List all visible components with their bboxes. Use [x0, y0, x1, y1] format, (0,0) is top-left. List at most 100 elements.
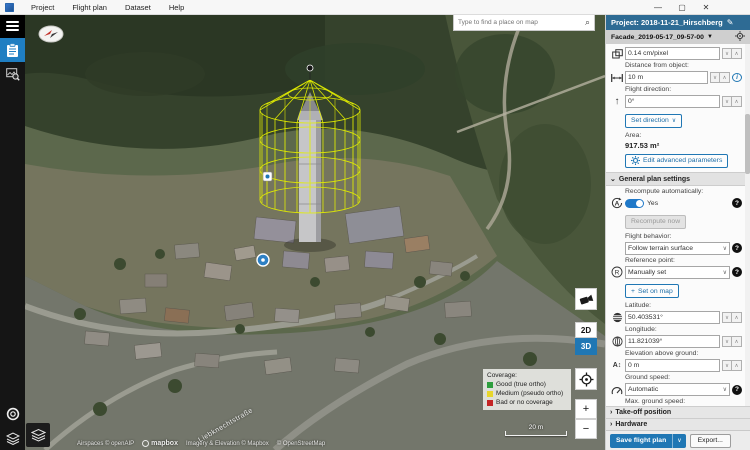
menu-flight-plan[interactable]: Flight plan: [63, 0, 116, 14]
elevation-label: Elevation above ground:: [625, 350, 742, 358]
legend-title: Coverage:: [487, 372, 567, 379]
chevron-down-icon: ∨: [672, 117, 676, 124]
minimize-button[interactable]: —: [646, 0, 670, 14]
menu-bar: Project Flight plan Dataset Help — ▢ ✕: [0, 0, 750, 15]
legend-swatch-good: [487, 382, 493, 388]
recompute-toggle[interactable]: [625, 199, 644, 208]
attribution-osm[interactable]: © OpenStreetMap: [277, 441, 325, 447]
section-general-plan-settings[interactable]: ⌄ General plan settings: [606, 172, 745, 186]
maximize-button[interactable]: ▢: [670, 0, 694, 14]
gsd-stepper[interactable]: ∨∧: [722, 48, 742, 59]
project-title: Project: 2018-11-21_Hirschberg: [611, 18, 723, 27]
longitude-stepper[interactable]: ∨∧: [722, 336, 742, 347]
compass[interactable]: [38, 25, 64, 43]
latitude-stepper[interactable]: ∨∧: [722, 312, 742, 323]
menu-project[interactable]: Project: [22, 0, 63, 14]
set-on-map-button[interactable]: + Set on map: [625, 284, 679, 298]
chevron-right-icon: ›: [610, 421, 612, 428]
distance-info-icon[interactable]: i: [732, 73, 742, 82]
longitude-input[interactable]: 11.821039°: [625, 335, 720, 348]
recompute-help-icon[interactable]: ?: [732, 198, 742, 208]
menu-dataset[interactable]: Dataset: [116, 0, 160, 14]
recompute-now-button[interactable]: Recompute now: [625, 215, 686, 229]
save-flight-plan-button[interactable]: Save flight plan ∨: [610, 434, 686, 448]
mapbox-logo[interactable]: mapbox: [142, 440, 178, 447]
distance-input[interactable]: 10 m: [625, 71, 708, 84]
waypoint-marker[interactable]: [263, 172, 272, 181]
clipboard-icon: [6, 43, 19, 58]
legend-label-good: Good (true ortho): [496, 381, 546, 388]
reference-point-icon: R: [609, 266, 625, 278]
max-ground-speed-label: Max. ground speed:: [625, 398, 742, 406]
scale-bar: 20 m: [505, 424, 567, 436]
search-input[interactable]: [454, 19, 585, 26]
plus-icon: +: [631, 288, 635, 295]
sidebar-item-image-review[interactable]: [0, 62, 25, 86]
crosshair-icon: [579, 372, 594, 387]
chevron-down-icon: ∨: [723, 386, 727, 393]
legend-label-bad: Bad or no coverage: [496, 399, 553, 406]
section-hardware[interactable]: › Hardware: [606, 418, 750, 430]
camera-view-button[interactable]: [575, 288, 597, 310]
direction-input[interactable]: 0°: [625, 95, 720, 108]
ground-speed-select[interactable]: Automatic ∨: [625, 383, 730, 396]
flight-behavior-select[interactable]: Follow terrain surface ∨: [625, 242, 730, 255]
reference-point-help-icon[interactable]: ?: [732, 267, 742, 277]
flight-selector-bar[interactable]: Facade_2019-05-17_09-57-00 ▼: [606, 30, 750, 44]
reference-point-marker[interactable]: [257, 254, 269, 266]
sidebar-scrollbar[interactable]: [745, 44, 750, 406]
elevation-input[interactable]: 0 m: [625, 359, 720, 372]
zoom-in-button[interactable]: +: [575, 399, 597, 419]
close-button[interactable]: ✕: [694, 0, 718, 14]
svg-text:A: A: [615, 200, 620, 207]
map-mode-3d-button[interactable]: 3D: [575, 338, 597, 355]
section-takeoff-position[interactable]: › Take-off position: [606, 406, 750, 418]
recompute-auto-icon: A: [609, 197, 625, 209]
caret-down-icon: ▼: [707, 34, 713, 40]
coverage-legend: Coverage: Good (true ortho) Medium (pseu…: [483, 369, 571, 410]
menu-help[interactable]: Help: [160, 0, 193, 14]
attribution-airspaces[interactable]: Airspaces © openAIP: [77, 441, 134, 447]
sidebar-footer: Save flight plan ∨ Export...: [606, 430, 750, 450]
distance-label: Distance from object:: [625, 62, 742, 70]
sidebar-item-flight-plan[interactable]: [0, 38, 25, 62]
ground-speed-help-icon[interactable]: ?: [732, 385, 742, 395]
legend-label-medium: Medium (pseudo ortho): [496, 390, 563, 397]
speedometer-icon: [609, 385, 625, 395]
gsd-input[interactable]: 0.14 cm/pixel: [625, 47, 720, 60]
legend-swatch-medium: [487, 391, 493, 397]
latitude-input[interactable]: 50.403531°: [625, 311, 720, 324]
longitude-label: Longitude:: [625, 326, 742, 334]
edit-project-icon[interactable]: ✎: [727, 18, 734, 27]
search-icon[interactable]: ⌕: [585, 18, 594, 27]
scrollbar-thumb[interactable]: [745, 114, 750, 174]
edit-advanced-parameters-button[interactable]: Edit advanced parameters: [625, 154, 728, 168]
chevron-expanded-icon: ⌄: [610, 175, 616, 183]
hamburger-menu-icon[interactable]: [0, 14, 25, 38]
toolbar-help-ring-icon[interactable]: [0, 402, 25, 426]
area-label: Area:: [625, 132, 742, 140]
gsd-icon: [609, 49, 625, 59]
zoom-out-button[interactable]: −: [575, 419, 597, 439]
layers-icon: [31, 428, 46, 442]
project-titlebar: Project: 2018-11-21_Hirschberg ✎: [606, 14, 750, 30]
toolbar-layers-icon[interactable]: [0, 426, 25, 450]
distance-stepper[interactable]: ∨∧: [710, 72, 730, 83]
locate-button[interactable]: [575, 368, 597, 390]
elevation-stepper[interactable]: ∨∧: [722, 360, 742, 371]
export-button[interactable]: Export...: [690, 434, 731, 448]
map-3d-view[interactable]: Liebknechtstraße ⌕ 2D 3D + −: [25, 14, 605, 450]
flight-behavior-help-icon[interactable]: ?: [732, 243, 742, 253]
direction-stepper[interactable]: ∨∧: [722, 96, 742, 107]
plan-settings-panel: 0.14 cm/pixel ∨∧ Distance from object: 1…: [606, 44, 745, 406]
set-direction-button[interactable]: Set direction ∨: [625, 114, 682, 128]
save-options-chevron[interactable]: ∨: [672, 434, 685, 448]
attribution-imagery[interactable]: Imagery & Elevation © Mapbox: [186, 441, 269, 447]
photo-search-icon: [6, 68, 20, 81]
grid-top-anchor[interactable]: [307, 65, 313, 71]
basemap-layers-button[interactable]: [26, 423, 50, 447]
direction-arrow-icon: ↑: [609, 96, 625, 107]
map-mode-2d-button[interactable]: 2D: [575, 322, 597, 338]
area-value: 917.53 m²: [625, 141, 742, 150]
reference-point-select[interactable]: Manually set ∨: [625, 266, 730, 279]
